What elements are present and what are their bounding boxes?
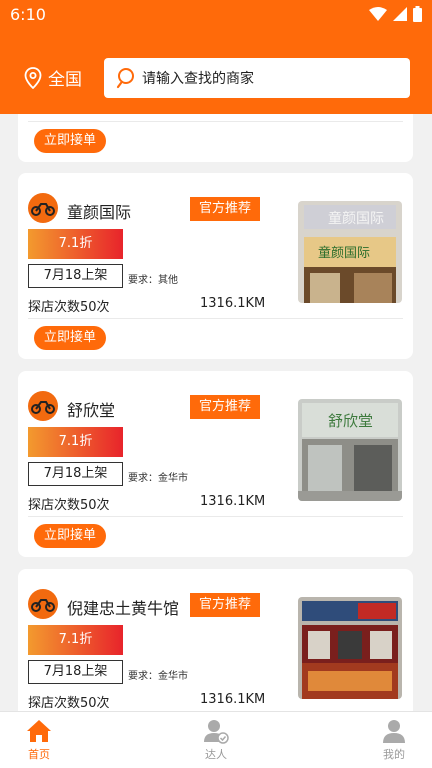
shop-card-partial: 立即接单 — [18, 114, 413, 162]
card-divider — [28, 516, 403, 517]
requirement-text: 要求：金华市 — [128, 671, 188, 682]
svg-text:童颜国际: 童颜国际 — [328, 210, 384, 227]
profile-icon — [383, 720, 405, 743]
visit-count: 探店次数50次 — [28, 498, 110, 513]
listing-date: 7月18上架 — [28, 264, 123, 288]
signal-icon — [393, 7, 407, 21]
shop-logo — [28, 589, 58, 619]
shop-name: 倪建忠土黄牛馆 — [67, 599, 180, 618]
tab-profile[interactable]: 我的 — [364, 718, 424, 762]
bottom-tab-bar: 首页 达人 我的 — [0, 711, 432, 768]
tab-label: 首页 — [28, 748, 50, 761]
storefront-photo[interactable]: 童颜国际 童颜国际 — [298, 201, 402, 303]
location-label: 全国 — [48, 70, 82, 90]
distance: 1316.1KM — [200, 296, 266, 311]
accept-order-button[interactable]: 立即接单 — [34, 524, 107, 548]
official-recommend-badge: 官方推荐 — [190, 197, 260, 221]
tab-label: 达人 — [205, 748, 227, 761]
discount-badge: 7.1折 — [28, 427, 123, 457]
location-selector[interactable]: 全国 — [24, 65, 82, 90]
distance: 1316.1KM — [200, 494, 266, 509]
discount-badge: 7.1折 — [28, 229, 123, 259]
shop-name: 舒欣堂 — [67, 401, 116, 420]
home-icon — [27, 720, 51, 742]
app-header: 全国 请输入查找的商家 — [0, 30, 432, 114]
battery-icon — [413, 6, 422, 22]
search-placeholder: 请输入查找的商家 — [142, 71, 254, 87]
accept-order-button[interactable]: 立即接单 — [34, 129, 107, 153]
status-bar: 6:10 — [0, 0, 432, 30]
shop-logo — [28, 193, 58, 223]
svg-text:舒欣堂: 舒欣堂 — [328, 412, 373, 430]
shop-card[interactable]: 倪建忠土黄牛馆 官方推荐 7.1折 7月18上架 要求：金华市 探店次数50次 … — [18, 569, 413, 711]
shop-logo — [28, 391, 58, 421]
card-divider — [28, 121, 403, 122]
shop-card[interactable]: 舒欣堂 官方推荐 7.1折 7月18上架 要求：金华市 探店次数50次 1316… — [18, 371, 413, 557]
distance: 1316.1KM — [200, 692, 266, 707]
search-icon — [116, 68, 134, 89]
motorcycle-logo-icon — [31, 401, 55, 414]
accept-order-button[interactable]: 立即接单 — [34, 326, 107, 350]
visit-count: 探店次数50次 — [28, 696, 110, 711]
shop-list[interactable]: 立即接单 童颜国际 官方推荐 7.1折 7月18上架 要求：其他 探店次数50次… — [0, 114, 432, 711]
location-pin-icon — [24, 66, 42, 89]
requirement-text: 要求：金华市 — [128, 473, 188, 484]
tab-label: 我的 — [383, 748, 405, 761]
card-divider — [28, 318, 403, 319]
tab-home[interactable]: 首页 — [9, 718, 69, 762]
shop-name: 童颜国际 — [67, 203, 132, 222]
svg-text:童颜国际: 童颜国际 — [318, 245, 370, 261]
storefront-photo[interactable]: 舒欣堂 — [298, 399, 402, 501]
listing-date: 7月18上架 — [28, 462, 123, 486]
wifi-icon — [369, 7, 387, 21]
discount-badge: 7.1折 — [28, 625, 123, 655]
shop-card[interactable]: 童颜国际 官方推荐 7.1折 7月18上架 要求：其他 探店次数50次 1316… — [18, 173, 413, 359]
motorcycle-logo-icon — [31, 203, 55, 216]
official-recommend-badge: 官方推荐 — [190, 395, 260, 419]
status-time: 6:10 — [10, 5, 46, 24]
listing-date: 7月18上架 — [28, 660, 123, 684]
visit-count: 探店次数50次 — [28, 300, 110, 315]
storefront-photo[interactable] — [298, 597, 402, 699]
influencer-icon — [204, 720, 229, 744]
official-recommend-badge: 官方推荐 — [190, 593, 260, 617]
tab-influencer[interactable]: 达人 — [186, 718, 246, 762]
requirement-text: 要求：其他 — [128, 275, 178, 286]
search-input[interactable]: 请输入查找的商家 — [104, 58, 410, 98]
motorcycle-logo-icon — [31, 599, 55, 612]
